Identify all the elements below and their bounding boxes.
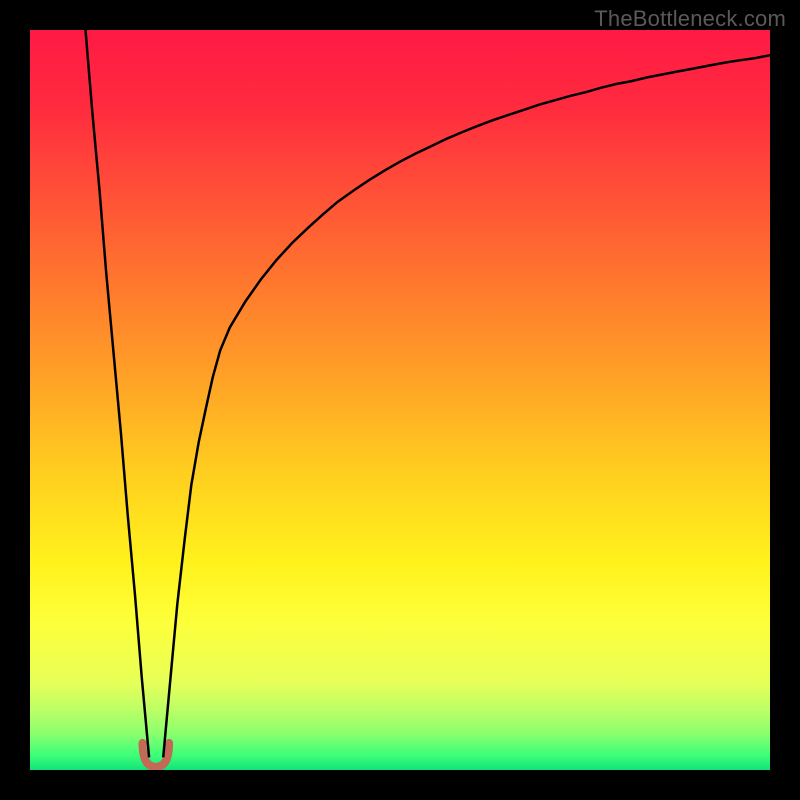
left-branch-curve [86,30,150,757]
right-branch-curve [163,55,770,757]
watermark-text: TheBottleneck.com [594,6,786,32]
curve-layer [30,30,770,770]
chart-frame: TheBottleneck.com [0,0,800,800]
plot-area [30,30,770,770]
